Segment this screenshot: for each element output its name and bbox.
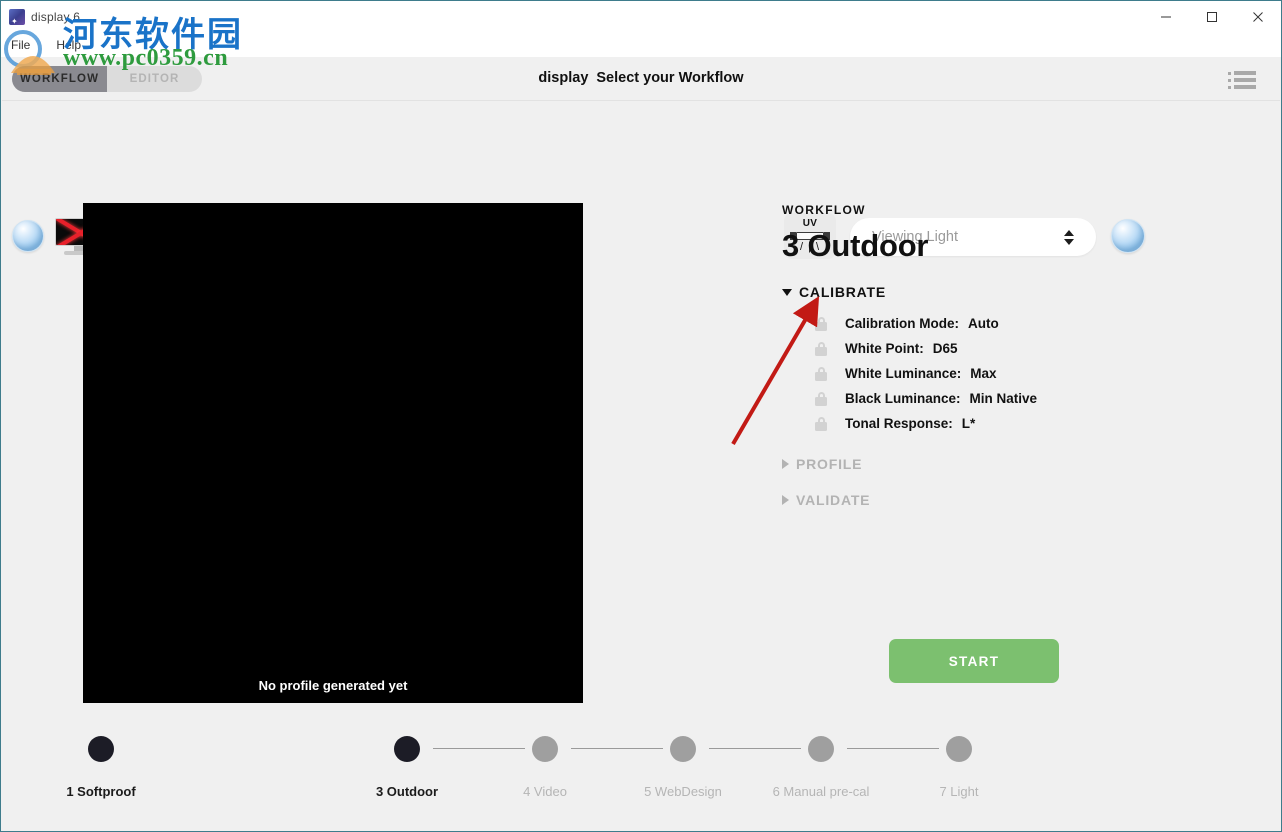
param-value: D65 bbox=[932, 341, 958, 356]
step-dot bbox=[88, 736, 114, 762]
section-validate-header[interactable]: VALIDATE bbox=[782, 492, 1182, 508]
step-label: 5 WebDesign bbox=[644, 784, 722, 799]
step-label: 4 Video bbox=[523, 784, 567, 799]
menu-bar: File Help bbox=[1, 33, 1281, 57]
carousel-step-3[interactable]: 3 Outdoor bbox=[337, 736, 477, 799]
section-profile-header[interactable]: PROFILE bbox=[782, 456, 1182, 472]
param-label: Black Luminance: bbox=[845, 391, 961, 406]
param-label: White Luminance: bbox=[845, 366, 962, 381]
step-label: 1 Softproof bbox=[66, 784, 136, 799]
workflow-name: 3 Outdoor bbox=[782, 228, 929, 263]
menu-item-help[interactable]: Help bbox=[56, 38, 81, 52]
carousel-step-6[interactable]: 6 Manual pre-cal bbox=[751, 736, 891, 799]
list-menu-icon[interactable] bbox=[1228, 71, 1258, 89]
chevron-right-icon bbox=[782, 495, 789, 505]
section-profile-label: PROFILE bbox=[796, 456, 863, 472]
app-logo-icon bbox=[9, 9, 25, 26]
preview-caption: No profile generated yet bbox=[258, 678, 408, 693]
toolbar: PHL 274E5 UV / | \ Viewing Light bbox=[1, 101, 1281, 259]
section-profile[interactable]: PROFILE bbox=[782, 456, 1182, 472]
header-band: WORKFLOW EDITOR display Select your Workf… bbox=[2, 57, 1280, 101]
param-row[interactable]: White Point: D65 bbox=[782, 336, 1182, 361]
page-subtitle: Select your Workflow bbox=[596, 70, 744, 86]
chevron-down-icon bbox=[782, 288, 792, 296]
section-validate[interactable]: VALIDATE bbox=[782, 492, 1182, 508]
step-label: 3 Outdoor bbox=[375, 784, 439, 799]
param-label: Calibration Mode: bbox=[845, 316, 959, 331]
carousel-step-1[interactable]: 1 Softproof bbox=[31, 736, 171, 799]
step-dot bbox=[670, 736, 696, 762]
carousel-step-5[interactable]: 5 WebDesign bbox=[613, 736, 753, 799]
step-label: 7 Light bbox=[939, 784, 979, 799]
step-dot bbox=[532, 736, 558, 762]
profile-preview[interactable]: No profile generated yet bbox=[83, 203, 583, 703]
step-dot bbox=[808, 736, 834, 762]
param-row[interactable]: Calibration Mode: Auto bbox=[782, 311, 1182, 336]
maximize-button[interactable] bbox=[1189, 1, 1235, 33]
menu-item-file[interactable]: File bbox=[11, 38, 30, 52]
start-button[interactable]: START bbox=[889, 639, 1059, 683]
param-value: Min Native bbox=[969, 391, 1038, 406]
param-row[interactable]: Tonal Response: L* bbox=[782, 411, 1182, 436]
close-button[interactable] bbox=[1235, 1, 1281, 33]
param-value: L* bbox=[961, 416, 976, 431]
window-title: display 6 bbox=[31, 10, 81, 24]
title-bar: display 6 bbox=[1, 1, 1281, 33]
param-row[interactable]: White Luminance: Max bbox=[782, 361, 1182, 386]
param-value: Max bbox=[970, 366, 997, 381]
step-label: 6 Manual pre-cal bbox=[772, 784, 870, 799]
workflow-kicker: WORKFLOW bbox=[782, 203, 866, 217]
minimize-button[interactable] bbox=[1143, 1, 1189, 33]
step-dot bbox=[394, 736, 420, 762]
carousel-step-7[interactable]: 7 Light bbox=[889, 736, 1029, 799]
param-value: Auto bbox=[968, 316, 999, 331]
step-dot bbox=[946, 736, 972, 762]
param-label: Tonal Response: bbox=[845, 416, 953, 431]
calibrate-parameters: Calibration Mode: Auto White Point: D65 … bbox=[782, 311, 1182, 436]
window-controls bbox=[1143, 1, 1281, 33]
section-calibrate-header[interactable]: CALIBRATE bbox=[782, 284, 1182, 300]
annotation-arrow bbox=[721, 296, 841, 451]
chevron-right-icon bbox=[782, 459, 789, 469]
param-row[interactable]: Black Luminance: Min Native bbox=[782, 386, 1182, 411]
param-label: White Point: bbox=[845, 341, 924, 356]
brand-name: display bbox=[538, 70, 589, 86]
page-title: display Select your Workflow bbox=[2, 70, 1280, 86]
workflow-panel: WORKFLOW 3 Outdoor CALIBRATE Calibration… bbox=[782, 203, 1182, 508]
app-window: display 6 File Help WORKFLOW EDITOR disp… bbox=[0, 0, 1282, 832]
carousel-step-4[interactable]: 4 Video bbox=[475, 736, 615, 799]
blue-sphere-icon-left[interactable] bbox=[12, 220, 44, 252]
section-calibrate[interactable]: CALIBRATE Calibration Mode: Auto White P… bbox=[782, 284, 1182, 436]
section-validate-label: VALIDATE bbox=[796, 492, 871, 508]
workflow-carousel: 1 Softproof 3 Outdoor 4 Video 5 WebDesig… bbox=[1, 736, 1281, 816]
